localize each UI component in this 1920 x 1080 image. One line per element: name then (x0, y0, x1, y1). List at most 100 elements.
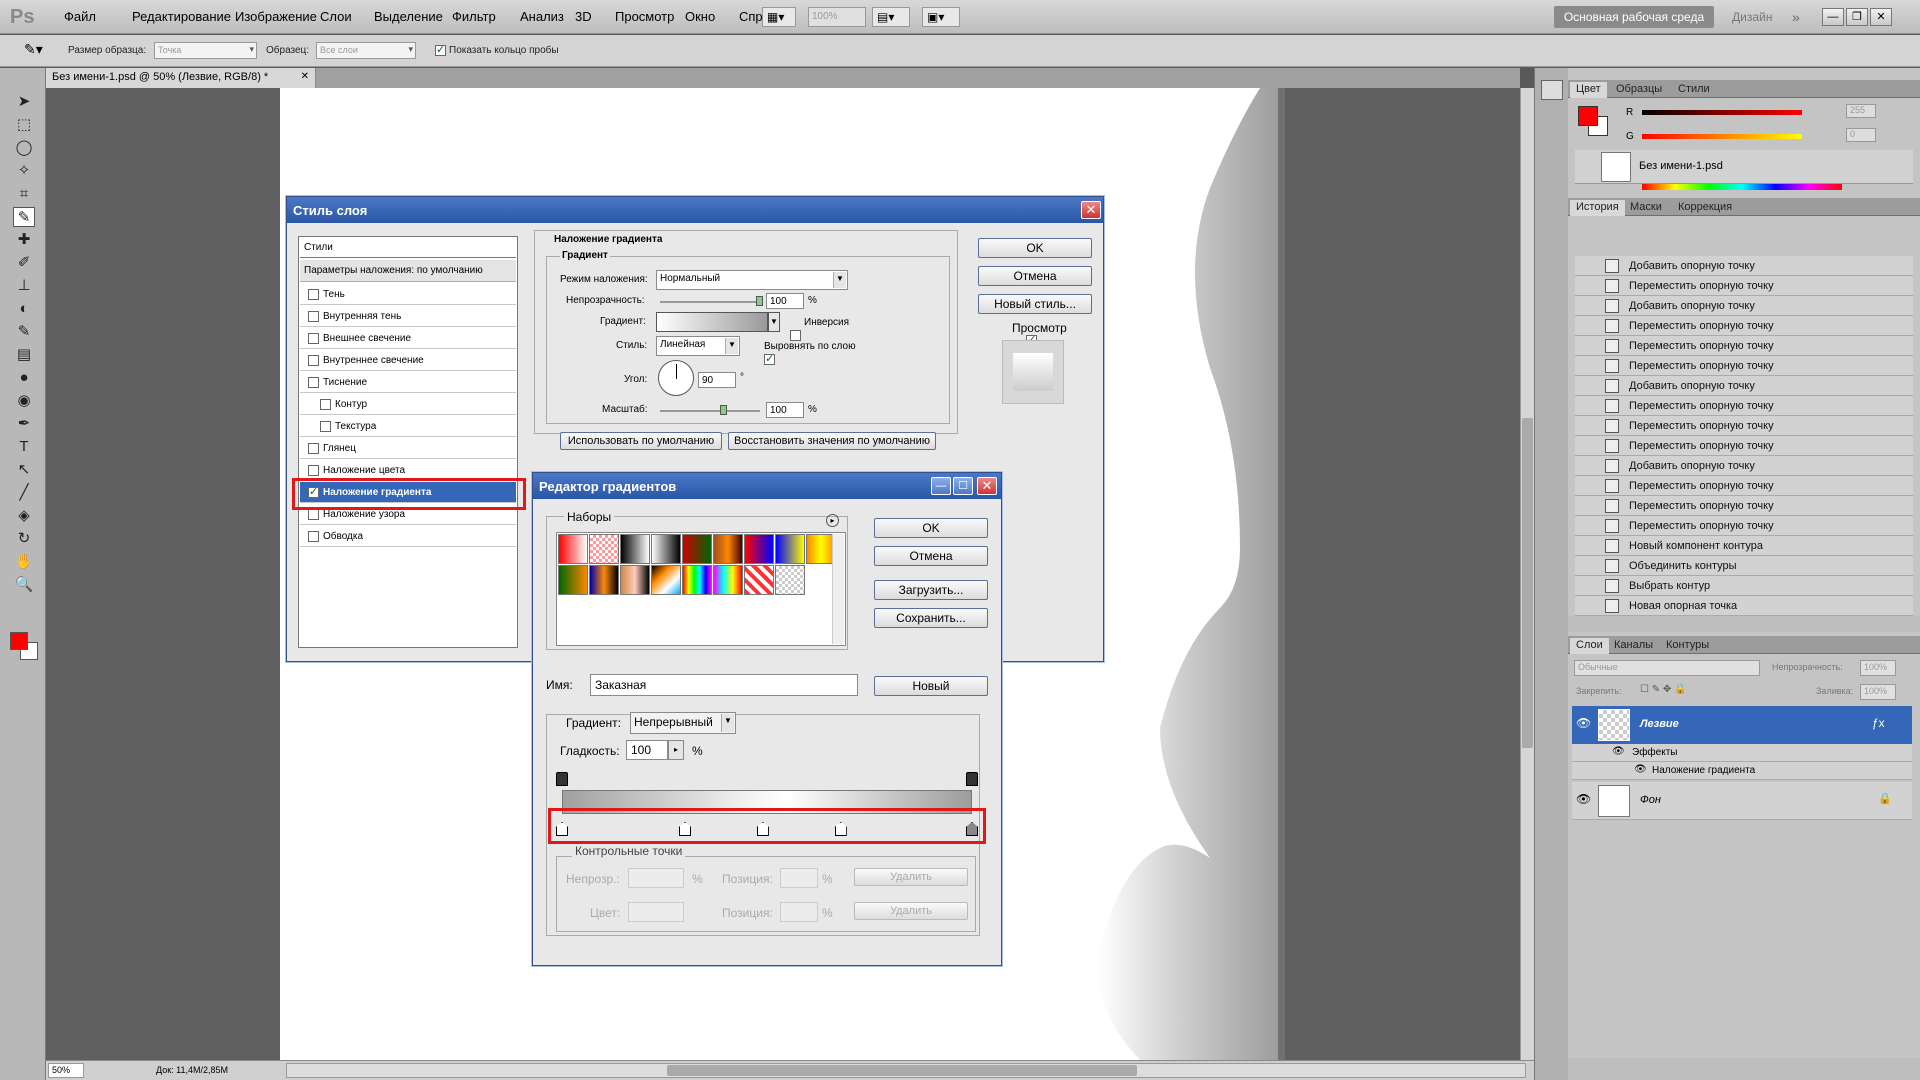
tool-13-icon[interactable]: ◉ (13, 391, 35, 411)
gradient-preset-swatch[interactable] (589, 534, 619, 564)
show-ring-checkbox[interactable] (435, 43, 446, 56)
lock-icons[interactable]: ☐ ✎ ✥ 🔒 (1640, 684, 1687, 695)
opacity-stop-icon[interactable] (556, 772, 568, 786)
eyedropper-preset-icon[interactable]: ✎▾ (24, 41, 43, 58)
tool-15-icon[interactable]: T (13, 437, 35, 457)
style-item-2[interactable]: Внешнее свечение (300, 328, 516, 349)
tool-14-icon[interactable]: ✒ (13, 414, 35, 434)
horizontal-scrollbar[interactable] (286, 1063, 1526, 1078)
tool-5-icon[interactable]: ✎ (13, 207, 35, 227)
tab-color[interactable]: Цвет (1570, 82, 1607, 98)
stop-color-location-field[interactable] (780, 902, 818, 922)
document-tab[interactable]: Без имени-1.psd @ 50% (Лезвие, RGB/8) * ✕ (46, 68, 316, 88)
tool-2-icon[interactable]: ◯ (13, 138, 35, 158)
smoothness-field[interactable]: 100 (626, 740, 668, 760)
presets-scrollbar[interactable] (832, 534, 844, 644)
history-item[interactable]: Переместить опорную точку (1575, 316, 1913, 336)
effects-eye-icon[interactable]: 👁 (1612, 746, 1625, 757)
history-item[interactable]: Выбрать контур (1575, 576, 1913, 596)
style-item-checkbox[interactable] (308, 464, 319, 476)
tool-19-icon[interactable]: ↻ (13, 529, 35, 549)
stop-opacity-field[interactable] (628, 868, 684, 888)
history-item[interactable]: Новый компонент контура (1575, 536, 1913, 556)
tool-17-icon[interactable]: ╱ (13, 483, 35, 503)
tab-masks[interactable]: Маски (1624, 200, 1668, 214)
blend-defaults-item[interactable]: Параметры наложения: по умолчанию (300, 260, 516, 282)
opacity-field[interactable]: 100 (766, 293, 804, 309)
gradient-preset-swatch[interactable] (775, 534, 805, 564)
tool-4-icon[interactable]: ⌗ (13, 184, 35, 204)
gradient-preset-swatch[interactable] (744, 534, 774, 564)
style-item-0[interactable]: Тень (300, 284, 516, 305)
history-item[interactable]: Переместить опорную точку (1575, 356, 1913, 376)
menu-9[interactable]: Окно (685, 9, 715, 24)
gradient-swatch[interactable] (656, 312, 768, 332)
maximize-button[interactable]: ❐ (1846, 8, 1868, 26)
tool-11-icon[interactable]: ▤ (13, 345, 35, 365)
bg-visibility-eye-icon[interactable]: 👁 (1576, 792, 1591, 806)
history-item[interactable]: Переместить опорную точку (1575, 496, 1913, 516)
tool-20-icon[interactable]: ✋ (13, 552, 35, 572)
gradient-preset-swatch[interactable] (713, 534, 743, 564)
gradient-name-field[interactable]: Заказная (590, 674, 858, 696)
history-item[interactable]: Объединить контуры (1575, 556, 1913, 576)
style-item-11[interactable]: Обводка (300, 526, 516, 547)
style-item-checkbox[interactable] (308, 332, 319, 344)
style-select[interactable]: Линейная ▼ (656, 336, 740, 356)
layer-row-blade[interactable]: 👁 Лезвие ƒx (1572, 706, 1912, 744)
ge-ok-button[interactable]: OK (874, 518, 988, 538)
tool-6-icon[interactable]: ✚ (13, 230, 35, 250)
opacity-slider[interactable] (660, 296, 763, 306)
zoom-level-field[interactable]: 100% (808, 7, 866, 27)
stop-color-swatch[interactable] (628, 902, 684, 922)
tab-styles[interactable]: Стили (1672, 82, 1716, 96)
tab-adjustments[interactable]: Коррекция (1672, 200, 1738, 214)
align-checkbox[interactable] (764, 352, 776, 365)
tab-history[interactable]: История (1570, 200, 1625, 216)
gradient-preset-swatch[interactable] (620, 534, 650, 564)
tool-10-icon[interactable]: ✎ (13, 322, 35, 342)
reverse-checkbox[interactable] (790, 329, 801, 341)
history-item[interactable]: Добавить опорную точку (1575, 456, 1913, 476)
arrange-docs-button[interactable]: ▤▾ (872, 7, 910, 27)
style-item-checkbox[interactable] (308, 508, 319, 520)
delete-color-stop-button[interactable]: Удалить (854, 902, 968, 920)
fill-value[interactable]: 100% (1860, 684, 1896, 700)
tool-1-icon[interactable]: ⬚ (13, 115, 35, 135)
workspace-design-button[interactable]: Дизайн (1732, 10, 1772, 24)
history-item[interactable]: Добавить опорную точку (1575, 376, 1913, 396)
effect-eye-icon[interactable]: 👁 (1634, 764, 1647, 775)
style-item-checkbox[interactable] (308, 310, 319, 322)
style-item-checkbox[interactable] (308, 530, 319, 542)
menu-6[interactable]: Анализ (520, 9, 564, 24)
gradient-preset-swatch[interactable] (620, 565, 650, 595)
tool-7-icon[interactable]: ✐ (13, 253, 35, 273)
history-snapshot[interactable]: Без имени-1.psd (1575, 150, 1913, 184)
history-item[interactable]: Переместить опорную точку (1575, 396, 1913, 416)
history-item[interactable]: Переместить опорную точку (1575, 276, 1913, 296)
history-item[interactable]: Переместить опорную точку (1575, 416, 1913, 436)
style-item-7[interactable]: Глянец (300, 438, 516, 459)
g-slider[interactable] (1642, 134, 1802, 139)
screen-mode-toggle[interactable]: ▣▾ (922, 7, 960, 27)
history-item[interactable]: Новая опорная точка (1575, 596, 1913, 616)
vertical-scrollbar[interactable] (1520, 88, 1534, 1060)
tool-3-icon[interactable]: ✧ (13, 161, 35, 181)
tab-paths[interactable]: Контуры (1660, 638, 1715, 652)
gradient-preset-swatch[interactable] (713, 565, 743, 595)
scale-field[interactable]: 100 (766, 402, 804, 418)
layer-style-ok-button[interactable]: OK (978, 238, 1092, 258)
style-item-6[interactable]: Текстура (300, 416, 516, 437)
menu-7[interactable]: 3D (575, 9, 592, 24)
effect-gradient-row[interactable]: 👁 Наложение градиента (1572, 762, 1912, 780)
opacity-stop-icon[interactable] (966, 772, 978, 786)
layer-row-background[interactable]: 👁 Фон 🔒 (1572, 782, 1912, 820)
history-item[interactable]: Переместить опорную точку (1575, 516, 1913, 536)
menu-5[interactable]: Фильтр (452, 9, 496, 24)
blend-mode-select[interactable]: Нормальный ▼ (656, 270, 848, 290)
style-item-checkbox[interactable] (320, 420, 331, 432)
tool-18-icon[interactable]: ◈ (13, 506, 35, 526)
angle-dial[interactable] (658, 360, 694, 396)
layer-style-cancel-button[interactable]: Отмена (978, 266, 1092, 286)
navigator-icon[interactable] (1541, 80, 1563, 100)
